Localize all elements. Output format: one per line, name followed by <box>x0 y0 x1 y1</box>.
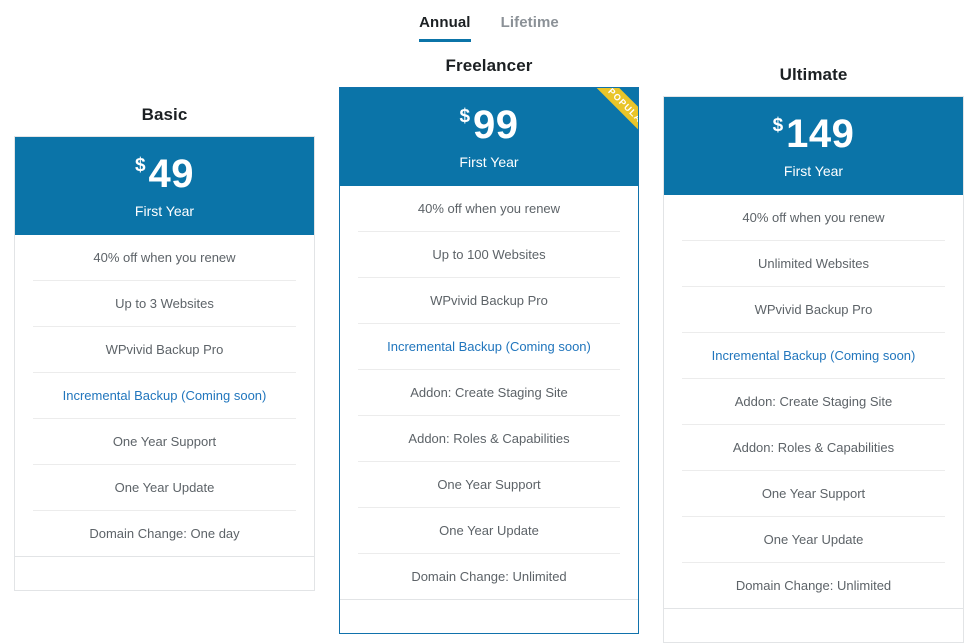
feature-row: Domain Change: One day <box>33 510 296 556</box>
feature-row: Addon: Create Staging Site <box>682 378 945 424</box>
feature-row-link[interactable]: Incremental Backup (Coming soon) <box>682 332 945 378</box>
feature-row-link[interactable]: Incremental Backup (Coming soon) <box>358 323 620 369</box>
feature-row: Up to 3 Websites <box>33 280 296 326</box>
feature-row-link[interactable]: Incremental Backup (Coming soon) <box>33 372 296 418</box>
price-period: First Year <box>459 154 519 170</box>
billing-period-tabs: Annual Lifetime <box>0 13 978 42</box>
plan-box: $99 First Year POPULAR 40% off when you … <box>339 87 639 634</box>
plan-title: Freelancer <box>445 56 533 75</box>
plan-title: Basic <box>141 105 188 124</box>
feature-list: 40% off when you renew Unlimited Websites… <box>664 195 963 608</box>
feature-row: Domain Change: Unlimited <box>682 562 945 608</box>
feature-row: 40% off when you renew <box>417 201 561 216</box>
feature-row: One Year Update <box>682 516 945 562</box>
plan-price-line: $49 <box>15 154 314 194</box>
feature-row: One Year Support <box>682 470 945 516</box>
feature-list: 40% off when you renew Up to 3 Websites WP… <box>15 235 314 556</box>
feature-row: One Year Update <box>33 464 296 510</box>
price-period: First Year <box>783 163 844 179</box>
plan-price-line: $149 <box>664 114 963 154</box>
card-footer <box>340 599 638 633</box>
feature-row: Addon: Roles & Capabilities <box>682 424 945 470</box>
feature-row: 40% off when you renew <box>742 210 885 225</box>
feature-row: Domain Change: Unlimited <box>358 553 620 599</box>
pricing-card-basic: Basic $49 First Year 40% off when you re… <box>14 104 315 591</box>
plan-price-header: $49 First Year <box>15 137 314 235</box>
plan-box: $149 First Year 40% off when you renew Un… <box>663 96 964 643</box>
feature-row: Addon: Roles & Capabilities <box>358 415 620 461</box>
feature-row: Up to 100 Websites <box>358 231 620 277</box>
tab-lifetime[interactable]: Lifetime <box>501 13 559 42</box>
feature-row: One Year Support <box>358 461 620 507</box>
feature-row: WPvivid Backup Pro <box>33 326 296 372</box>
plan-price-line: $99 <box>340 105 638 145</box>
feature-row: One Year Update <box>358 507 620 553</box>
card-footer <box>664 608 963 642</box>
feature-row: Unlimited Websites <box>682 240 945 286</box>
price-amount: 149 <box>786 112 855 156</box>
price-period: First Year <box>134 203 195 219</box>
price-amount: 99 <box>473 103 519 147</box>
plan-price-header: $149 First Year <box>664 97 963 195</box>
feature-row: Addon: Create Staging Site <box>358 369 620 415</box>
feature-row: WPvivid Backup Pro <box>358 277 620 323</box>
currency-symbol: $ <box>459 106 471 127</box>
plan-box: $49 First Year 40% off when you renew Up … <box>14 136 315 591</box>
plan-price-header: $99 First Year POPULAR <box>340 88 638 186</box>
feature-list: 40% off when you renew Up to 100 Websites… <box>340 186 638 599</box>
pricing-card-ultimate: Ultimate $149 First Year 40% off when yo… <box>663 64 964 643</box>
feature-row: WPvivid Backup Pro <box>682 286 945 332</box>
card-footer <box>15 556 314 590</box>
feature-row: One Year Support <box>33 418 296 464</box>
tab-annual[interactable]: Annual <box>419 13 471 42</box>
feature-row: 40% off when you renew <box>93 250 236 265</box>
plan-title: Ultimate <box>779 65 848 84</box>
pricing-card-freelancer: Freelancer $99 First Year POPULAR 40% of… <box>339 55 639 634</box>
currency-symbol: $ <box>772 115 784 136</box>
currency-symbol: $ <box>134 155 146 176</box>
price-amount: 49 <box>148 152 195 196</box>
